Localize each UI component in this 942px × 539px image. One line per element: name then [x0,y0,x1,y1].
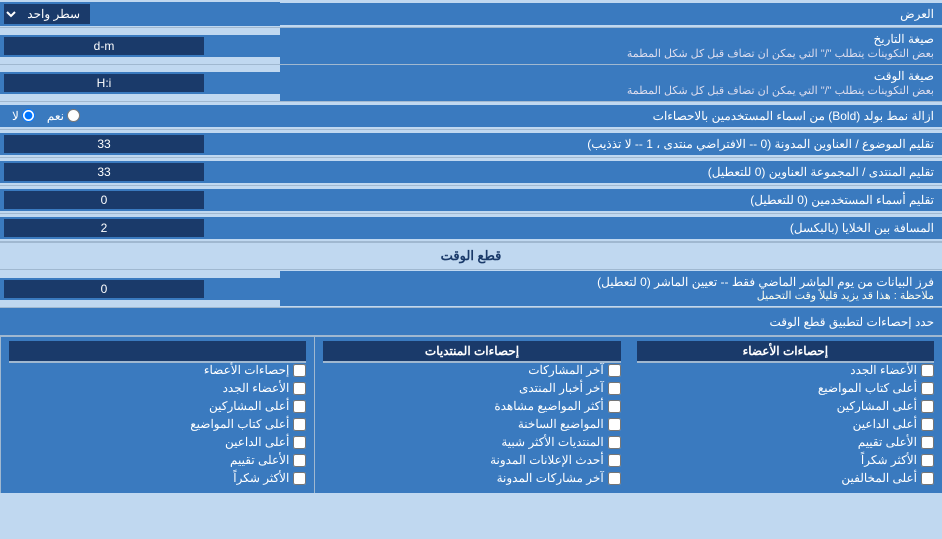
col3-check-5[interactable] [921,436,934,449]
col2-item-4: المواضيع الساخنة [323,417,620,431]
col2-item-7: آخر مشاركات المدونة [323,471,620,485]
col3-check-1[interactable] [921,364,934,377]
col1-item-6: الأعلى تقييم [9,453,306,467]
col3-check-3[interactable] [921,400,934,413]
usernames-trim-label: تقليم أسماء المستخدمين (0 للتعطيل) [280,189,942,211]
col2-item-3: أكثر المواضيع مشاهدة [323,399,620,413]
cells-space-label: المسافة بين الخلايا (بالبكسل) [280,217,942,239]
col3-item-5: الأعلى تقييم [637,435,934,449]
limit-label: حدد إحصاءات لتطبيق قطع الوقت [0,312,942,332]
cutoff-label: فرز البيانات من يوم الماشر الماضي فقط --… [280,271,942,306]
cells-space-row: المسافة بين الخلايا (بالبكسل) 2 [0,214,942,242]
forum-order-input-area: 33 [0,161,280,183]
date-format-input[interactable]: d-m [4,37,204,55]
time-format-input-area: H:i [0,72,280,94]
cells-space-input-area: 2 [0,217,280,239]
time-format-row: صيغة الوقت بعض التكوينات يتطلب "/" التي … [0,65,942,102]
col1-item-7: الأكثر شكراً [9,471,306,485]
col3-header: إحصاءات الأعضاء [637,341,934,363]
col3-check-2[interactable] [921,382,934,395]
col3-item-2: أعلى كتاب المواضيع [637,381,934,395]
bold-yes-radio[interactable] [67,109,80,122]
col1-item-1: إحصاءات الأعضاء [9,363,306,377]
cutoff-row: فرز البيانات من يوم الماشر الماضي فقط --… [0,270,942,308]
col2-check-2[interactable] [608,382,621,395]
topics-order-label: تقليم الموضوع / العناوين المدونة (0 -- ا… [280,133,942,155]
display-row: العرض سطر واحد سطرين ثلاثة أسطر [0,0,942,28]
col2-check-5[interactable] [608,436,621,449]
col1-item-2: الأعضاء الجدد [9,381,306,395]
time-format-input[interactable]: H:i [4,74,204,92]
cutoff-section-header: قطع الوقت [0,242,942,270]
bold-yes-label[interactable]: نعم [47,109,80,123]
bold-remove-label: ازالة نمط بولد (Bold) من اسماء المستخدمي… [280,105,942,127]
cells-space-input[interactable]: 2 [4,219,204,237]
row-select[interactable]: سطر واحد سطرين ثلاثة أسطر [4,4,90,24]
col1-check-4[interactable] [293,418,306,431]
col3-item-4: أعلى الداعين [637,417,934,431]
col2-check-7[interactable] [608,472,621,485]
bold-radio-group: نعم لا [4,107,88,125]
usernames-trim-input[interactable]: 0 [4,191,204,209]
bold-no-label[interactable]: لا [12,109,35,123]
forum-order-label: تقليم المنتدى / المجموعة العناوين (0 للت… [280,161,942,183]
bold-no-radio[interactable] [22,109,35,122]
forum-order-row: تقليم المنتدى / المجموعة العناوين (0 للت… [0,158,942,186]
col1-check-7[interactable] [293,472,306,485]
checkbox-col-2: إحصاءات المنتديات آخر المشاركات آخر أخبا… [314,337,628,493]
cutoff-input-area: 0 [0,278,280,300]
col3-item-1: الأعضاء الجدد [637,363,934,377]
usernames-trim-input-area: 0 [0,189,280,211]
usernames-trim-row: تقليم أسماء المستخدمين (0 للتعطيل) 0 [0,186,942,214]
col1-header [9,341,306,363]
col2-item-1: آخر المشاركات [323,363,620,377]
topics-order-input-area: 33 [0,133,280,155]
display-label: العرض [280,3,942,25]
limit-row: حدد إحصاءات لتطبيق قطع الوقت [0,308,942,336]
col2-check-1[interactable] [608,364,621,377]
topics-order-row: تقليم الموضوع / العناوين المدونة (0 -- ا… [0,130,942,158]
col3-check-6[interactable] [921,454,934,467]
col3-item-6: الأكثر شكراً [637,453,934,467]
col3-item-3: أعلى المشاركين [637,399,934,413]
col2-check-4[interactable] [608,418,621,431]
col3-check-7[interactable] [921,472,934,485]
col1-item-4: أعلى كتاب المواضيع [9,417,306,431]
main-container: العرض سطر واحد سطرين ثلاثة أسطر صيغة الت… [0,0,942,493]
col2-check-6[interactable] [608,454,621,467]
col3-check-4[interactable] [921,418,934,431]
date-format-row: صيغة التاريخ بعض التكوينات يتطلب "/" الت… [0,28,942,65]
checkbox-col-1: إحصاءات الأعضاء الأعضاء الجدد أعلى المشا… [0,337,314,493]
col1-item-3: أعلى المشاركين [9,399,306,413]
checkboxes-container: إحصاءات الأعضاء الأعضاء الجدد أعلى كتاب … [0,336,942,493]
bold-remove-row: ازالة نمط بولد (Bold) من اسماء المستخدمي… [0,102,942,130]
cutoff-input[interactable]: 0 [4,280,204,298]
col1-check-3[interactable] [293,400,306,413]
col1-check-1[interactable] [293,364,306,377]
col1-check-2[interactable] [293,382,306,395]
topics-order-input[interactable]: 33 [4,135,204,153]
forum-order-input[interactable]: 33 [4,163,204,181]
col1-check-6[interactable] [293,454,306,467]
time-format-label: صيغة الوقت بعض التكوينات يتطلب "/" التي … [280,65,942,101]
col2-item-2: آخر أخبار المنتدى [323,381,620,395]
col2-item-5: المنتديات الأكثر شبية [323,435,620,449]
col2-header: إحصاءات المنتديات [323,341,620,363]
date-format-input-area: d-m [0,35,280,57]
bold-remove-input-area: نعم لا [0,105,280,127]
col2-item-6: أحدث الإعلانات المدونة [323,453,620,467]
col3-item-7: أعلى المخالفين [637,471,934,485]
display-input-area: سطر واحد سطرين ثلاثة أسطر [0,2,280,26]
col2-check-3[interactable] [608,400,621,413]
col1-item-5: أعلى الداعين [9,435,306,449]
checkbox-col-3: إحصاءات الأعضاء الأعضاء الجدد أعلى كتاب … [629,337,942,493]
date-format-label: صيغة التاريخ بعض التكوينات يتطلب "/" الت… [280,28,942,64]
col1-check-5[interactable] [293,436,306,449]
